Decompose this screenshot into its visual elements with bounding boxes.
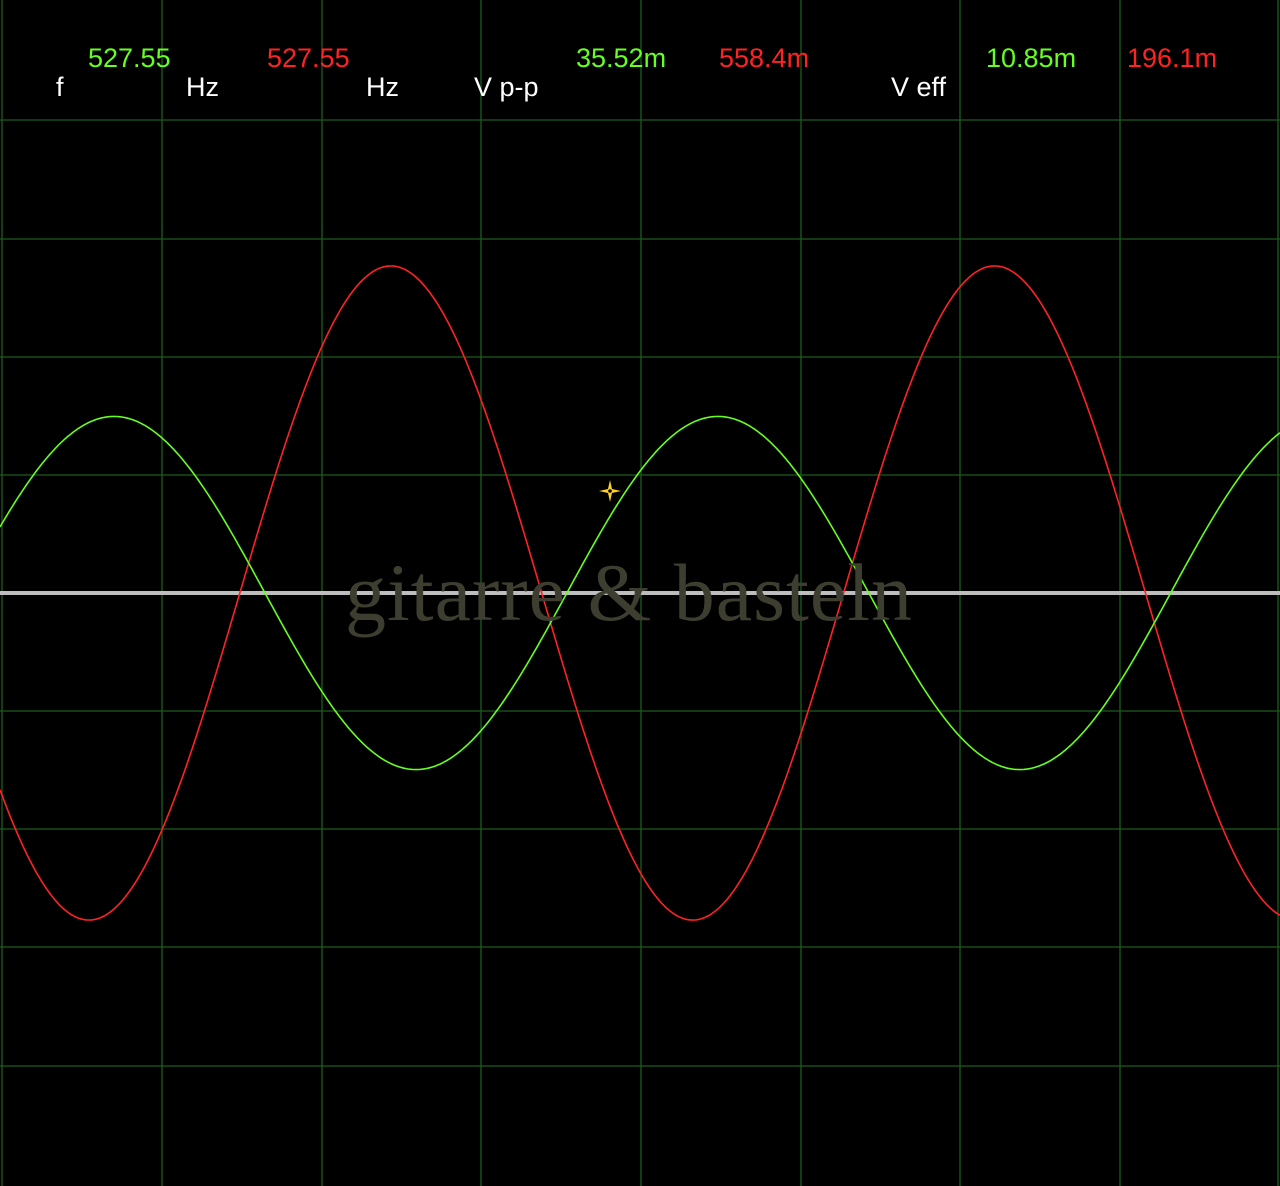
veff-label: V eff xyxy=(891,72,947,102)
frequency-ch1-unit: Hz xyxy=(186,72,219,102)
frequency-ch2-unit: Hz xyxy=(366,72,399,102)
veff-ch1-value: 10.85m xyxy=(986,43,1077,73)
oscilloscope-screen[interactable] xyxy=(0,0,1280,1186)
frequency-ch1-value: 527.55 xyxy=(88,43,171,73)
frequency-ch2-value: 527.55 xyxy=(267,43,350,73)
vpp-ch2-value: 558.4m xyxy=(719,43,810,73)
vpp-label: V p-p xyxy=(474,72,539,102)
vpp-ch1-value: 35.52m xyxy=(576,43,667,73)
frequency-label: f xyxy=(56,72,64,102)
veff-ch2-value: 196.1m xyxy=(1127,43,1218,73)
